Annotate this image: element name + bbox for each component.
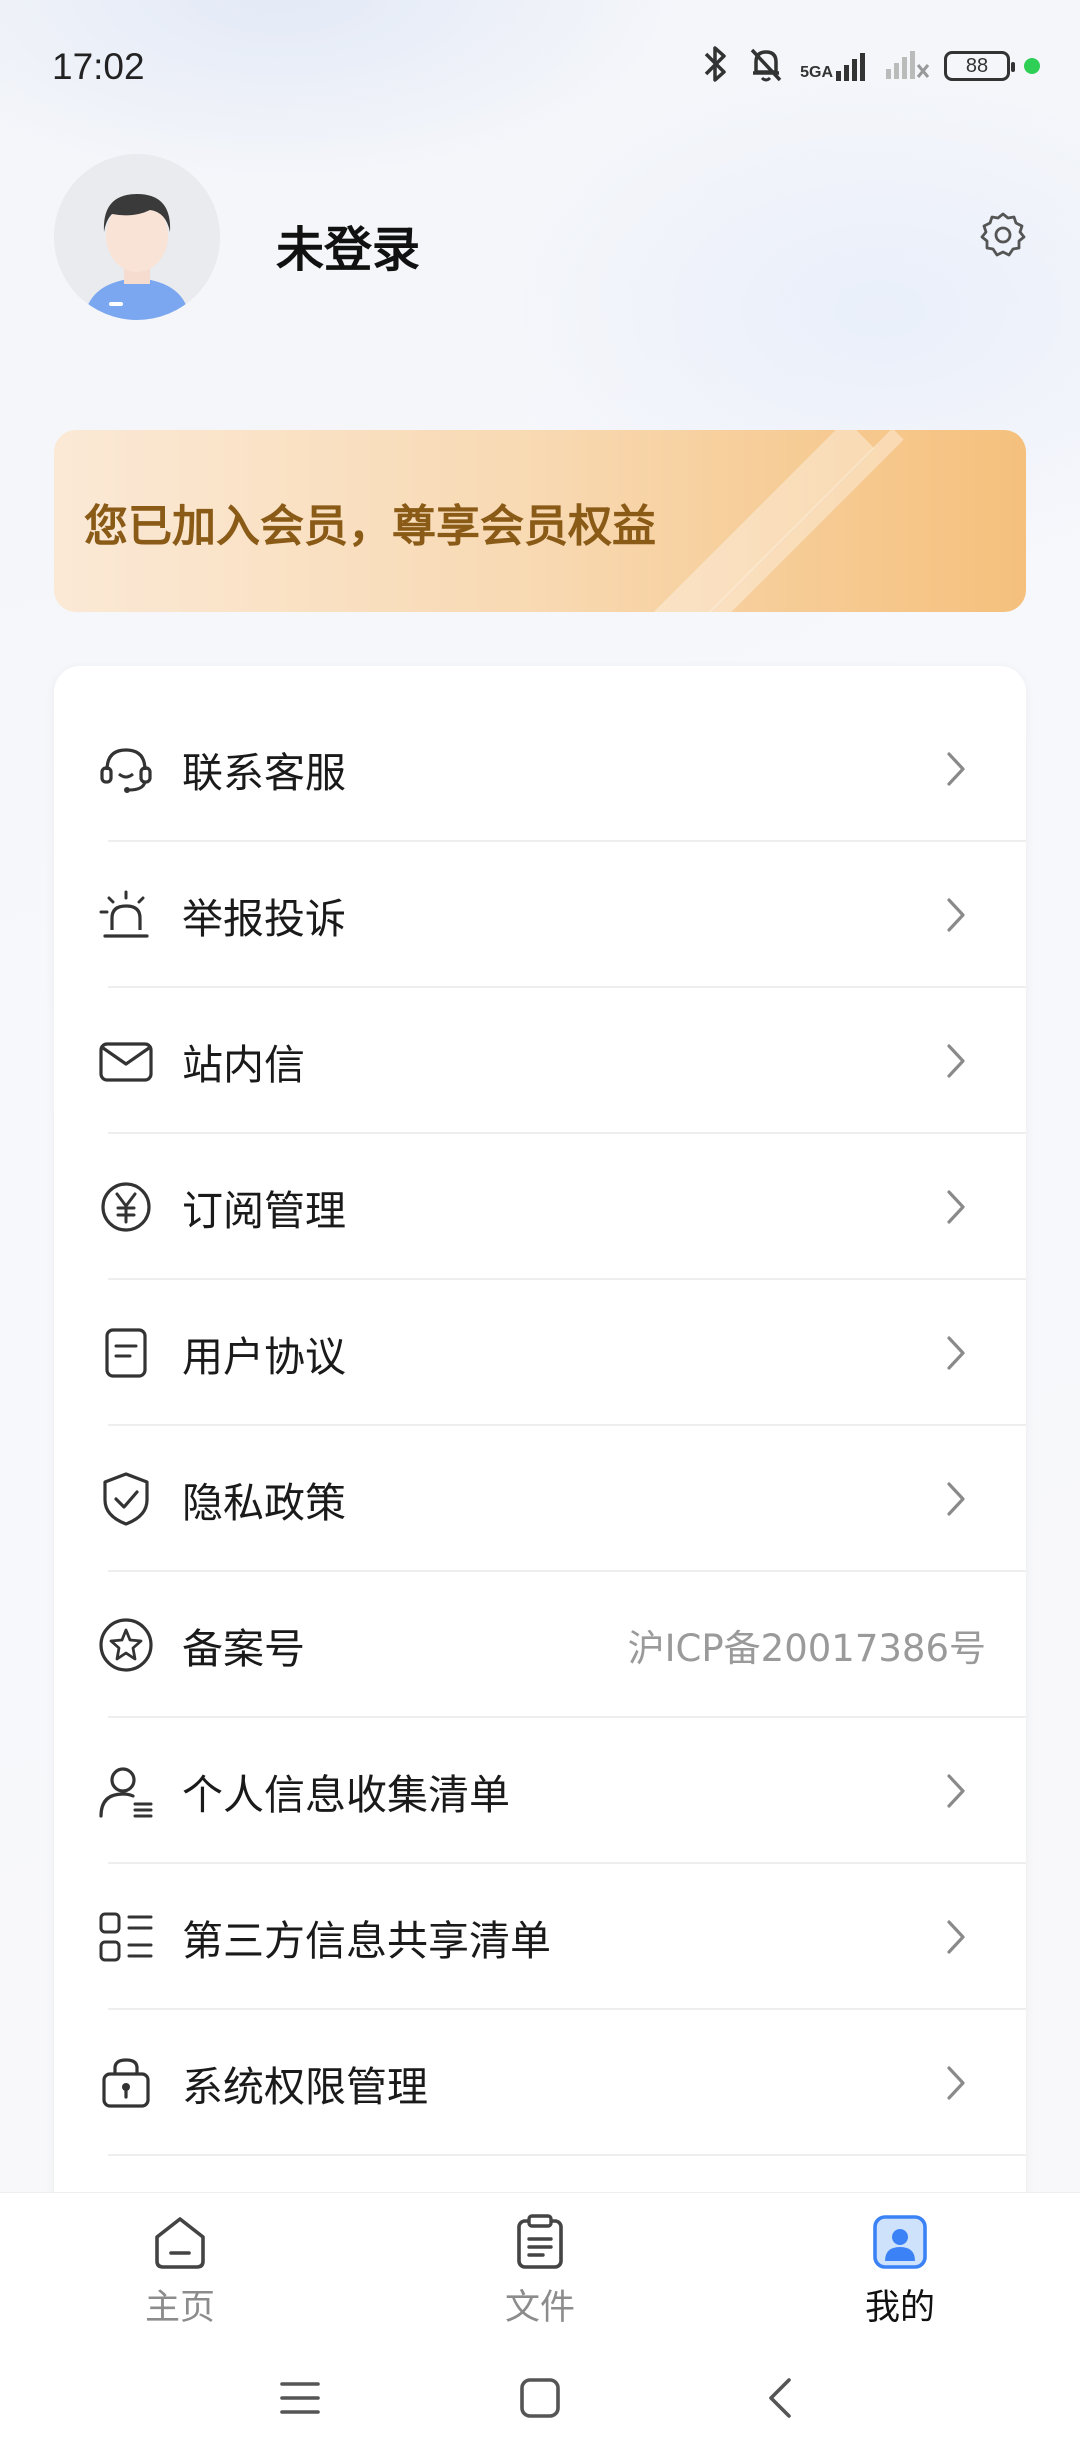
privacy-dot — [1024, 58, 1040, 74]
chevron-right-icon — [936, 1771, 976, 1811]
user-profile-icon — [869, 2211, 931, 2273]
menu-item-system-permissions[interactable]: 系统权限管理 — [54, 2010, 1026, 2156]
chevron-left-icon — [765, 2376, 795, 2424]
menu-item-personal-info-list[interactable]: 个人信息收集清单 — [54, 1718, 1026, 1864]
chevron-right-icon — [936, 2063, 976, 2103]
shield-check-icon — [96, 1469, 156, 1529]
home-icon — [149, 2211, 211, 2273]
network-type: 5GA — [800, 64, 833, 81]
chevron-right-icon — [936, 1333, 976, 1373]
menu-item-user-agreement[interactable]: 用户协议 — [54, 1280, 1026, 1426]
tab-label: 文件 — [504, 2288, 575, 2328]
menu-label: 订阅管理 — [182, 1187, 346, 1235]
divider — [108, 2154, 1026, 2156]
member-banner-text: 您已加入会员，尊享会员权益 — [84, 501, 656, 552]
mail-icon — [96, 1031, 156, 1091]
icp-number: 沪ICP备20017386号 — [627, 1627, 986, 1670]
menu-label: 系统权限管理 — [182, 2063, 428, 2111]
menu-label: 备案号 — [182, 1625, 305, 1673]
menu-item-third-party-list[interactable]: 第三方信息共享清单 — [54, 1864, 1026, 2010]
menu-label: 用户协议 — [182, 1333, 346, 1381]
status-time: 17:02 — [52, 46, 145, 87]
recents-button[interactable] — [270, 2370, 330, 2430]
lock-bag-icon — [96, 2053, 156, 2113]
document-icon — [96, 1323, 156, 1383]
yuan-icon — [96, 1177, 156, 1237]
mute-bell-icon — [746, 44, 786, 88]
chevron-right-icon — [936, 1187, 976, 1227]
user-list-icon — [96, 1761, 156, 1821]
user-name[interactable]: 未登录 — [276, 210, 420, 280]
tab-label: 我的 — [864, 2288, 935, 2328]
menu-item-icp-filing[interactable]: 备案号 沪ICP备20017386号 — [54, 1572, 1026, 1718]
chevron-right-icon — [936, 749, 976, 789]
chevron-right-icon — [936, 895, 976, 935]
alarm-icon — [96, 885, 156, 945]
chevron-right-icon — [936, 1479, 976, 1519]
back-button[interactable] — [750, 2370, 810, 2430]
chevron-right-icon — [936, 1041, 976, 1081]
menu-item-customer-service[interactable]: 联系客服 — [54, 696, 1026, 842]
status-bar: 17:02 5GA 88 — [0, 0, 1080, 140]
menu-label: 隐私政策 — [182, 1479, 346, 1527]
tab-mine[interactable]: 我的 — [800, 2211, 1000, 2331]
cellular-signal-icon: 5GA — [800, 51, 872, 81]
bottom-nav: 主页 文件 我的 — [0, 2192, 1080, 2342]
menu-item-inbox[interactable]: 站内信 — [54, 988, 1026, 1134]
square-icon — [518, 2376, 562, 2424]
tab-home[interactable]: 主页 — [80, 2211, 280, 2331]
avatar[interactable] — [54, 154, 220, 320]
home-button[interactable] — [510, 2370, 570, 2430]
menu-label: 举报投诉 — [182, 895, 346, 943]
grid-list-icon — [96, 1907, 156, 1967]
menu-item-report[interactable]: 举报投诉 — [54, 842, 1026, 988]
tab-files[interactable]: 文件 — [440, 2211, 640, 2331]
tab-label: 主页 — [144, 2288, 215, 2328]
system-nav-bar — [0, 2342, 1080, 2460]
menu-card: 联系客服 举报投诉 站内信 订阅管理 用户协议 隐私政策 备案号 沪ICP备20… — [54, 666, 1026, 2226]
menu-label: 个人信息收集清单 — [182, 1771, 510, 1819]
gear-icon — [978, 210, 1028, 264]
menu-lines-icon — [278, 2378, 322, 2422]
star-badge-icon — [96, 1615, 156, 1675]
headset-icon — [96, 739, 156, 799]
settings-button[interactable] — [976, 210, 1030, 264]
chevron-right-icon — [936, 1917, 976, 1957]
menu-item-privacy-policy[interactable]: 隐私政策 — [54, 1426, 1026, 1572]
menu-label: 第三方信息共享清单 — [182, 1917, 551, 1965]
member-banner[interactable]: 您已加入会员，尊享会员权益 — [54, 430, 1026, 612]
status-icons: 5GA 88 — [698, 44, 1040, 88]
battery-indicator: 88 — [944, 51, 1015, 81]
clipboard-icon — [509, 2211, 571, 2273]
menu-label: 站内信 — [182, 1041, 305, 1089]
profile-screen: 17:02 5GA 88 未登录 您已加入会员，尊享会员权益 联系客服 举报投诉… — [0, 0, 1080, 2460]
menu-item-subscription[interactable]: 订阅管理 — [54, 1134, 1026, 1280]
menu-label: 联系客服 — [182, 749, 346, 797]
second-signal-icon — [886, 49, 930, 83]
bluetooth-icon — [698, 44, 732, 88]
